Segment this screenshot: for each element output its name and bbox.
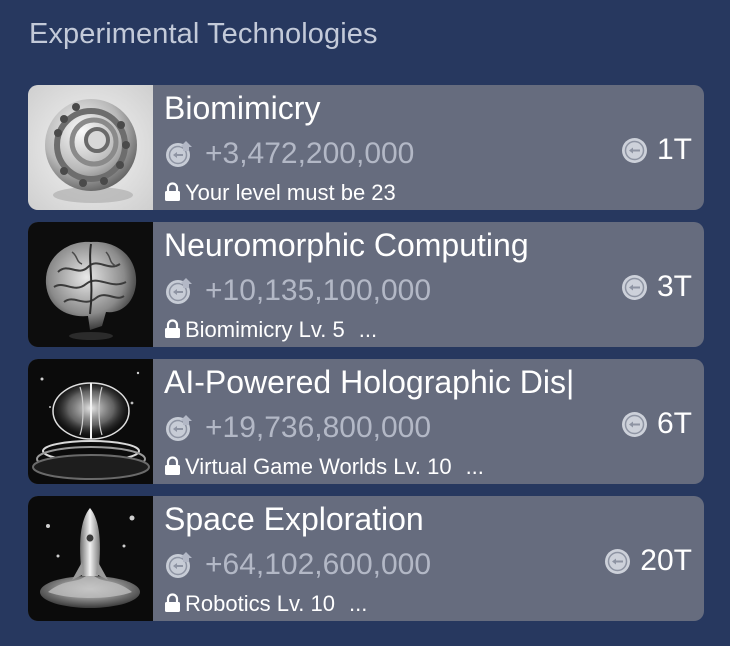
tech-image-ai-holographic-display [28,359,153,484]
cost: 20T [604,544,692,578]
lock-icon [164,593,181,613]
tech-name: Space Exploration [164,501,424,537]
tech-card-body: Space Exploration +64,102,600,000 Roboti… [153,496,704,621]
coin-with-up-arrow-icon [164,139,194,169]
requirement-row: Biomimicry Lv. 5 ... [164,317,377,343]
requirement-text: Virtual Game Worlds Lv. 10 [185,454,452,479]
tech-card-space-exploration[interactable]: Space Exploration +64,102,600,000 Roboti… [28,496,704,621]
income-value: +10,135,100,000 [205,274,432,307]
cost: 1T [621,133,692,167]
tech-image-biomimicry [28,85,153,210]
requirement-more: ... [349,591,368,616]
cost-value: 1T [656,133,692,166]
income-row: +19,736,800,000 [164,411,431,445]
tech-name: Biomimicry [164,90,321,126]
technology-list: Biomimicry +3,472,200,000 Your level mus… [28,85,704,621]
coin-icon [621,274,648,301]
coin-icon [621,137,648,164]
lock-icon [164,182,181,202]
tech-card-neuromorphic-computing[interactable]: Neuromorphic Computing +10,135,100,000 B… [28,222,704,347]
tech-name: Neuromorphic Computing [164,227,529,263]
income-value: +3,472,200,000 [205,137,415,170]
requirement-text: Robotics Lv. 10 [185,591,336,616]
coin-with-up-arrow-icon [164,550,194,580]
requirement-more: ... [465,454,484,479]
requirement-text: Biomimicry Lv. 5 [185,317,345,342]
tech-image-neuromorphic-computing [28,222,153,347]
tech-name: AI-Powered Holographic Dis| [164,364,575,400]
tech-card-body: Neuromorphic Computing +10,135,100,000 B… [153,222,704,347]
cost: 6T [621,407,692,441]
requirement-row: Robotics Lv. 10 ... [164,591,367,617]
tech-card-biomimicry[interactable]: Biomimicry +3,472,200,000 Your level mus… [28,85,704,210]
section-title: Experimental Technologies [29,18,378,50]
cost-value: 3T [656,270,692,303]
income-row: +64,102,600,000 [164,548,431,582]
requirement-more: ... [358,317,378,342]
coin-with-up-arrow-icon [164,276,194,306]
income-row: +3,472,200,000 [164,137,414,171]
cost-value: 6T [656,407,692,440]
coin-icon [621,411,648,438]
income-value: +64,102,600,000 [205,548,432,581]
tech-card-body: AI-Powered Holographic Dis| +19,736,800,… [153,359,704,484]
lock-icon [164,456,181,476]
income-value: +19,736,800,000 [205,411,432,444]
tech-card-body: Biomimicry +3,472,200,000 Your level mus… [153,85,704,210]
requirement-row: Virtual Game Worlds Lv. 10 ... [164,454,484,480]
coin-with-up-arrow-icon [164,413,194,443]
income-row: +10,135,100,000 [164,274,431,308]
tech-card-ai-holographic-display[interactable]: AI-Powered Holographic Dis| +19,736,800,… [28,359,704,484]
requirement-text: Your level must be 23 [185,180,396,205]
lock-icon [164,319,181,339]
tech-image-space-exploration [28,496,153,621]
cost: 3T [621,270,692,304]
cost-value: 20T [640,544,692,577]
requirement-row: Your level must be 23 [164,180,396,206]
coin-icon [604,548,631,575]
